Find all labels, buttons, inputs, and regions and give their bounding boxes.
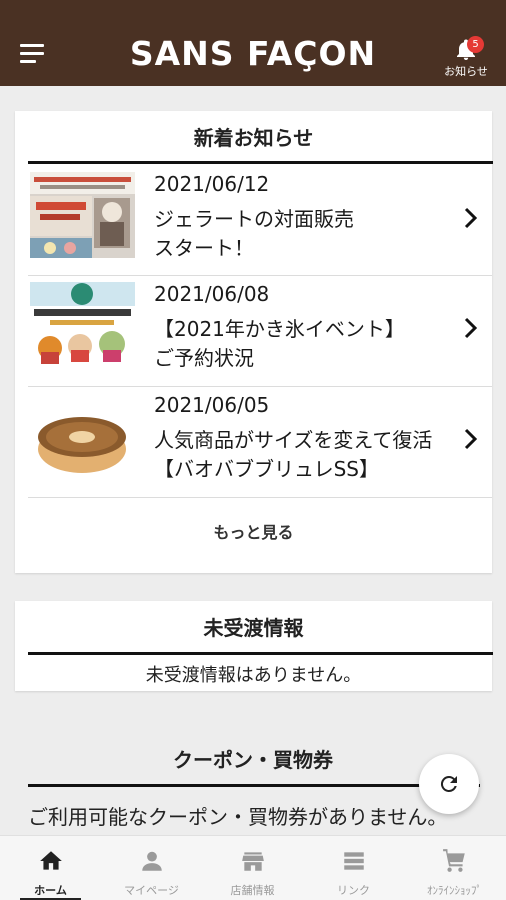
news-date: 2021/06/08 <box>154 282 270 306</box>
news-headline: ジェラートの対面販売 <box>154 207 354 231</box>
home-icon <box>40 851 62 870</box>
news-date: 2021/06/12 <box>154 172 270 196</box>
baobab-brulee-thumbnail <box>30 393 135 479</box>
nav-label: ホーム <box>34 884 67 897</box>
nav-label: 店舗情報 <box>230 884 275 897</box>
news-date: 2021/06/05 <box>154 393 270 417</box>
undelivered-title-divider <box>28 652 493 655</box>
news-headline-continued: ご予約状況 <box>154 346 254 370</box>
news-headline: 【2021年かき氷イベント】 <box>154 317 405 341</box>
news-item[interactable]: 2021/06/12 ジェラートの対面販売 スタート！ <box>28 166 492 276</box>
chevron-right-icon <box>464 317 478 339</box>
nav-home[interactable]: ホーム <box>0 836 101 900</box>
news-item[interactable]: 2021/06/08 【2021年かき氷イベント】 ご予約状況 <box>28 276 492 386</box>
nav-mypage[interactable]: マイページ <box>101 836 202 900</box>
undelivered-section-title: 未受渡情報 <box>203 616 304 640</box>
news-section-title: 新着お知らせ <box>193 126 314 150</box>
brand-logo: SANS FAÇON <box>129 34 377 73</box>
nav-online-shop[interactable]: ｵﾝﾗｲﾝｼｮｯﾌﾟ <box>404 836 505 900</box>
app-header: SANS FAÇON 5 お知らせ <box>0 0 506 86</box>
list-icon <box>344 852 364 870</box>
coupon-title-divider <box>28 784 480 787</box>
nav-label: ｵﾝﾗｲﾝｼｮｯﾌﾟ <box>427 884 482 897</box>
news-headline: 人気商品がサイズを変えて復活 <box>154 428 433 452</box>
notifications-label: お知らせ <box>444 65 488 78</box>
nav-label: マイページ <box>124 884 179 897</box>
cart-icon <box>443 849 465 872</box>
news-headline-continued: 【バオバブブリュレSS】 <box>154 457 379 481</box>
nav-label: リンク <box>337 884 370 897</box>
undelivered-empty-message: 未受渡情報はありません。 <box>145 665 362 686</box>
shaved-ice-event-thumbnail <box>30 282 135 368</box>
refresh-button[interactable] <box>419 754 479 814</box>
bottom-navigation: ホーム マイページ 店舗情報 リンク ｵﾝﾗｲﾝｼｮｯﾌﾟ <box>0 835 506 900</box>
undelivered-card: 未受渡情報 未受渡情報はありません。 <box>15 601 493 691</box>
chevron-right-icon <box>464 428 478 450</box>
news-title-divider <box>28 161 493 164</box>
notification-badge: 5 <box>467 36 484 53</box>
coupon-empty-message: ご利用可能なクーポン・買物券がありません。 <box>28 805 448 829</box>
chevron-right-icon <box>464 207 478 229</box>
news-item[interactable]: 2021/06/05 人気商品がサイズを変えて復活 【バオバブブリュレSS】 <box>28 387 492 497</box>
person-icon <box>142 851 162 871</box>
news-headline-continued: スタート！ <box>154 236 254 260</box>
see-more-button[interactable]: もっと見る <box>15 519 492 543</box>
gelato-sale-thumbnail <box>30 172 135 258</box>
refresh-icon <box>440 775 457 792</box>
nav-store-info[interactable]: 店舗情報 <box>202 836 303 900</box>
nav-links[interactable]: リンク <box>303 836 404 900</box>
notifications-button[interactable]: 5 お知らせ <box>442 36 490 80</box>
news-card: 新着お知らせ 2021/06/12 ジェラートの対面販売 スタート！ 2021/… <box>15 111 493 573</box>
news-item-divider <box>28 497 492 498</box>
store-icon <box>242 852 264 871</box>
